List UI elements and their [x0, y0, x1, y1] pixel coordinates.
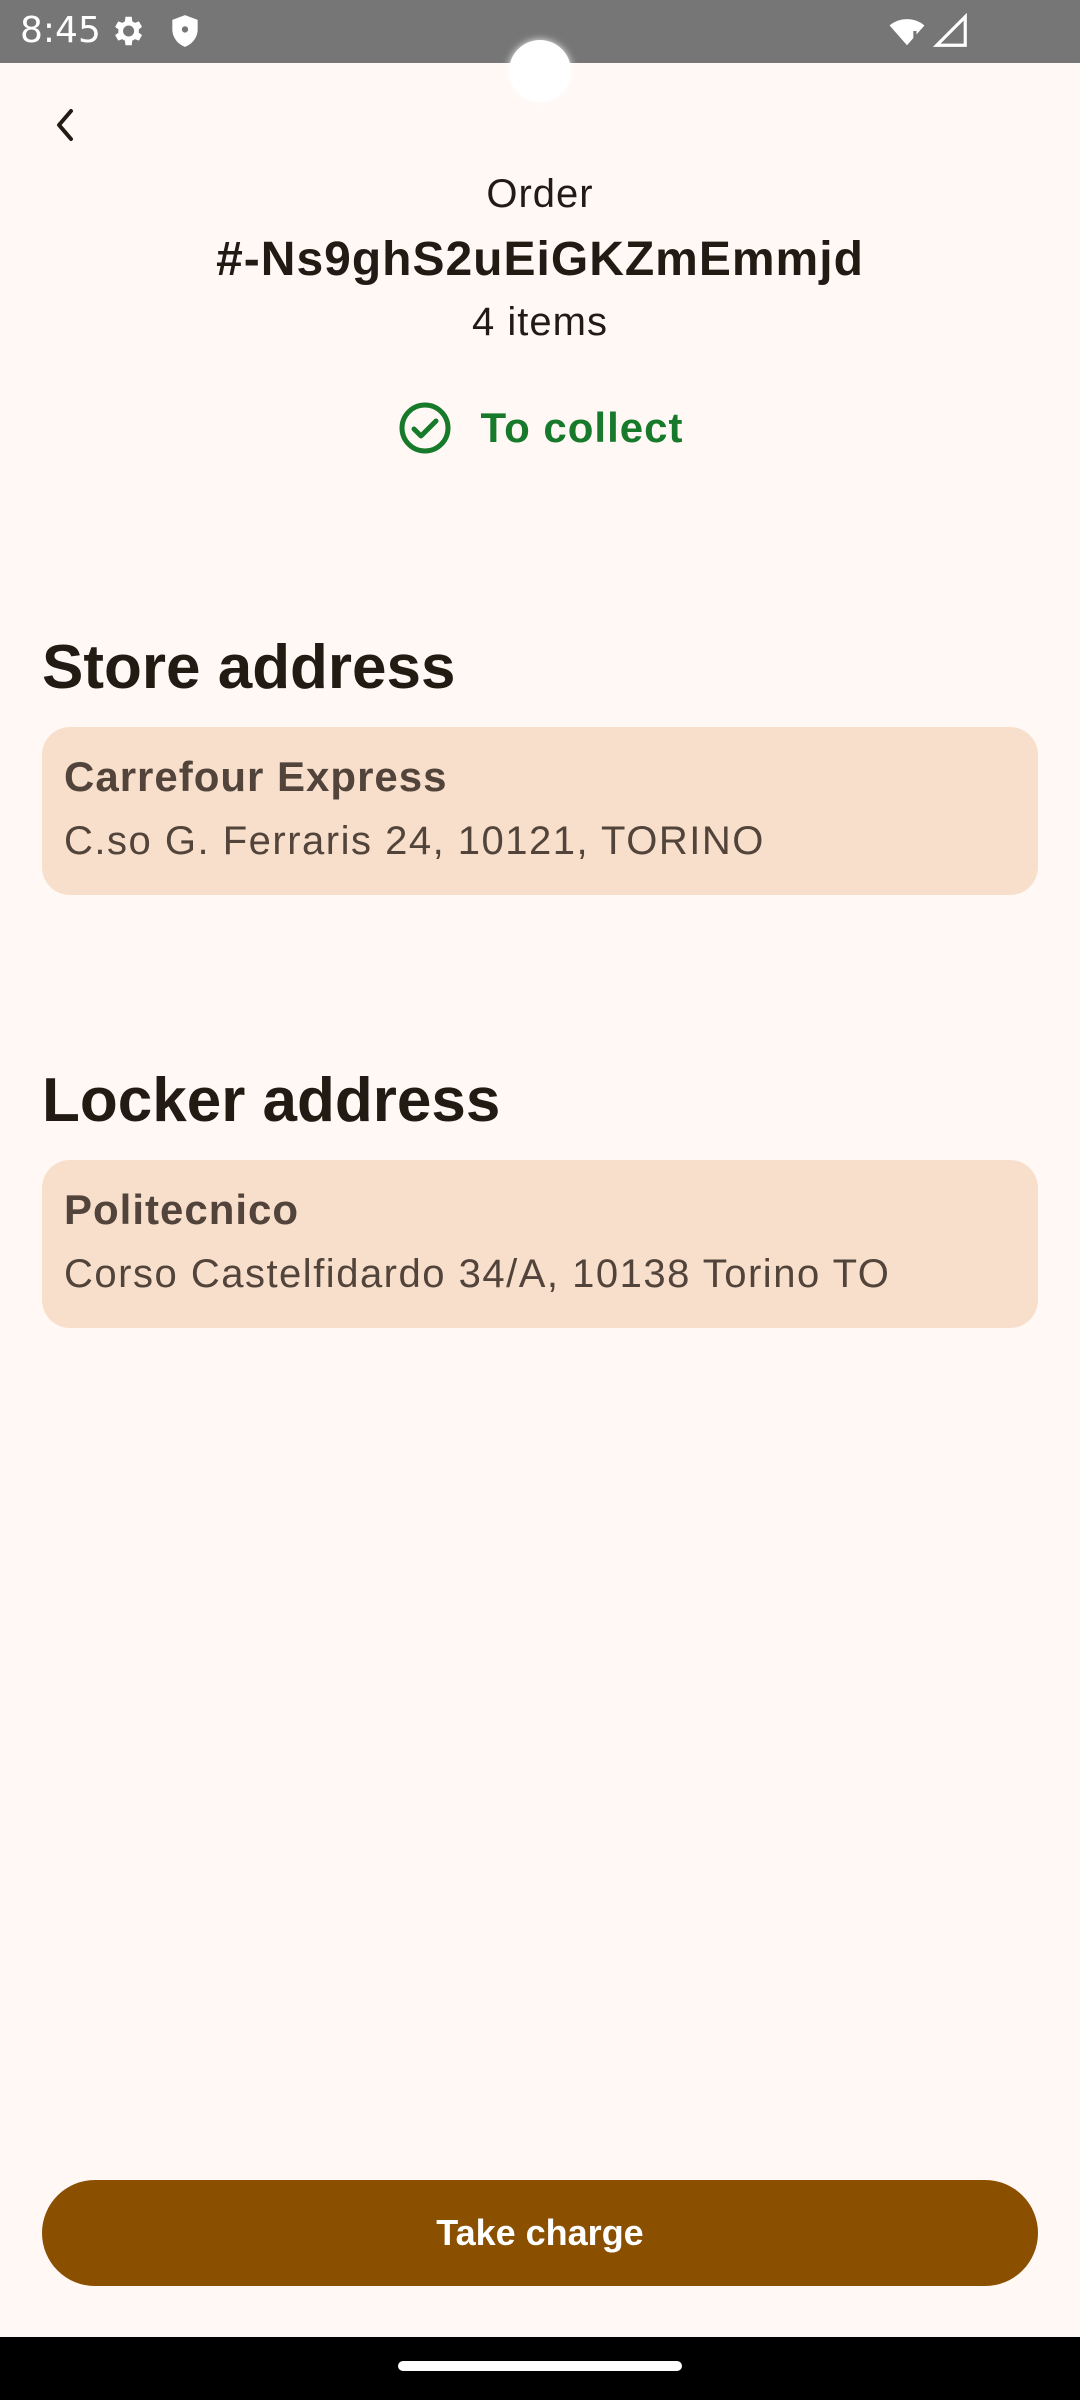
order-detail-screen: 8:45 Order #-Ns9ghS2uEiGKZmEmmjd 4 items… — [0, 0, 1080, 2400]
locker-name: Politecnico — [64, 1186, 300, 1233]
status-time: 8:45 — [20, 10, 101, 51]
store-section-title: Store address — [42, 633, 456, 702]
take-charge-button[interactable]: Take charge — [42, 2180, 1038, 2286]
order-label: Order — [486, 172, 594, 216]
locker-card[interactable]: Politecnico Corso Castelfidardo 34/A, 10… — [42, 1160, 1038, 1328]
order-status: To collect — [0, 400, 1080, 456]
store-card[interactable]: Carrefour Express C.so G. Ferraris 24, 1… — [42, 727, 1038, 895]
store-name: Carrefour Express — [64, 753, 448, 800]
back-button[interactable] — [36, 96, 94, 154]
navigation-bar — [0, 2337, 1080, 2400]
shield-icon — [172, 15, 198, 47]
signal-icon — [932, 12, 967, 47]
order-id: #-Ns9ghS2uEiGKZmEmmjd — [216, 233, 864, 286]
locker-section-title: Locker address — [42, 1066, 501, 1135]
home-indicator[interactable] — [398, 2361, 682, 2371]
check-circle-icon — [399, 402, 451, 454]
chevron-left-icon — [57, 109, 73, 141]
store-address: C.so G. Ferraris 24, 10121, TORINO — [64, 819, 765, 863]
locker-address: Corso Castelfidardo 34/A, 10138 Torino T… — [64, 1252, 891, 1296]
wifi-icon — [889, 19, 925, 46]
camera-cutout — [509, 40, 571, 102]
gear-icon — [115, 16, 143, 46]
status-label: To collect — [480, 404, 684, 451]
items-count: 4 items — [472, 300, 608, 344]
